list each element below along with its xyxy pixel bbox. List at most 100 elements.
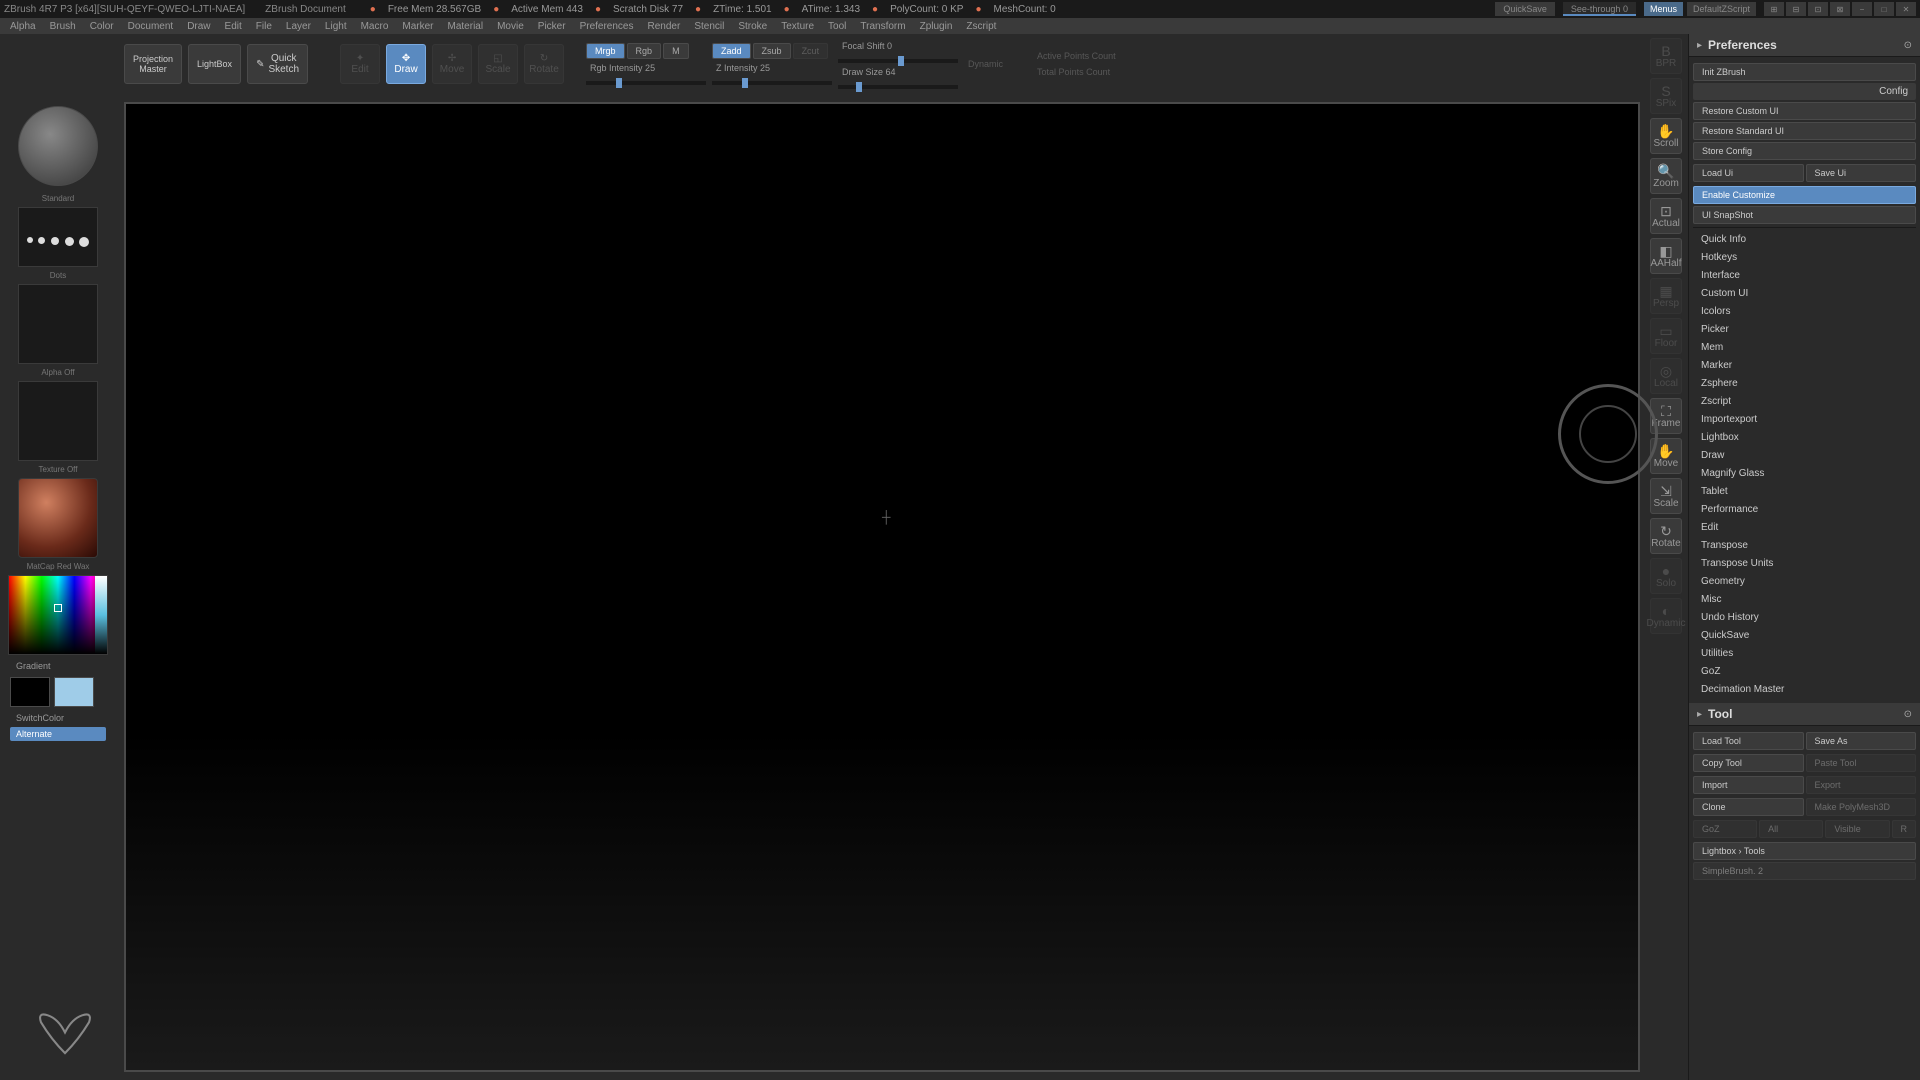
init-zbrush-button[interactable]: Init ZBrush xyxy=(1693,63,1916,81)
zoom-button[interactable]: 🔍Zoom xyxy=(1650,158,1682,194)
zsub-button[interactable]: Zsub xyxy=(753,43,791,59)
enable-customize-button[interactable]: Enable Customize xyxy=(1693,186,1916,204)
edit-mode-button[interactable]: ✦Edit xyxy=(340,44,380,84)
secondary-color-swatch[interactable] xyxy=(54,677,94,707)
menu-movie[interactable]: Movie xyxy=(497,21,524,32)
prefs-section-picker[interactable]: Picker xyxy=(1693,321,1916,338)
prefs-section-undo-history[interactable]: Undo History xyxy=(1693,609,1916,626)
rotate-mode-button[interactable]: ↻Rotate xyxy=(524,44,564,84)
save-as-button[interactable]: Save As xyxy=(1806,732,1917,750)
import-button[interactable]: Import xyxy=(1693,776,1804,794)
scale-mode-button[interactable]: ◱Scale xyxy=(478,44,518,84)
focal-shift-slider[interactable]: Focal Shift 0 xyxy=(838,39,958,53)
menu-texture[interactable]: Texture xyxy=(781,21,814,32)
prefs-section-mem[interactable]: Mem xyxy=(1693,339,1916,356)
menu-file[interactable]: File xyxy=(256,21,272,32)
layout-icon[interactable]: ⊠ xyxy=(1830,2,1850,16)
restore-standard-ui-button[interactable]: Restore Standard UI xyxy=(1693,122,1916,140)
menu-color[interactable]: Color xyxy=(90,21,114,32)
rotate-button[interactable]: ↻Rotate xyxy=(1650,518,1682,554)
draw-size-slider[interactable]: Draw Size 64 xyxy=(838,65,958,79)
m-button[interactable]: M xyxy=(663,43,689,59)
maximize-icon[interactable]: □ xyxy=(1874,2,1894,16)
alpha-thumbnail[interactable] xyxy=(18,284,98,364)
quicksketch-button[interactable]: ✎ QuickSketch xyxy=(247,44,308,84)
layout-icon[interactable]: ⊡ xyxy=(1808,2,1828,16)
prefs-section-quicksave[interactable]: QuickSave xyxy=(1693,627,1916,644)
prefs-section-icolors[interactable]: Icolors xyxy=(1693,303,1916,320)
make-polymesh-button[interactable]: Make PolyMesh3D xyxy=(1806,798,1917,816)
copy-tool-button[interactable]: Copy Tool xyxy=(1693,754,1804,772)
menu-tool[interactable]: Tool xyxy=(828,21,846,32)
restore-custom-ui-button[interactable]: Restore Custom UI xyxy=(1693,102,1916,120)
preferences-header[interactable]: ▸ Preferences ⊙ xyxy=(1689,34,1920,57)
menu-transform[interactable]: Transform xyxy=(860,21,905,32)
prefs-section-goz[interactable]: GoZ xyxy=(1693,663,1916,680)
prefs-section-transpose[interactable]: Transpose xyxy=(1693,537,1916,554)
minimize-icon[interactable]: − xyxy=(1852,2,1872,16)
export-button[interactable]: Export xyxy=(1806,776,1917,794)
projection-master-button[interactable]: ProjectionMaster xyxy=(124,44,182,84)
prefs-section-marker[interactable]: Marker xyxy=(1693,357,1916,374)
bpr-button[interactable]: BBPR xyxy=(1650,38,1682,74)
dynamic-button[interactable]: ◐Dynamic xyxy=(1650,598,1682,634)
floor-button[interactable]: ▭Floor xyxy=(1650,318,1682,354)
ui-snapshot-button[interactable]: UI SnapShot xyxy=(1693,206,1916,224)
scale-button[interactable]: ⇲Scale xyxy=(1650,478,1682,514)
clone-button[interactable]: Clone xyxy=(1693,798,1804,816)
r-button[interactable]: R xyxy=(1892,820,1917,838)
canvas[interactable]: ┼ xyxy=(124,102,1640,1072)
load-tool-button[interactable]: Load Tool xyxy=(1693,732,1804,750)
mrgb-button[interactable]: Mrgb xyxy=(586,43,625,59)
prefs-section-zsphere[interactable]: Zsphere xyxy=(1693,375,1916,392)
save-ui-button[interactable]: Save Ui xyxy=(1806,164,1917,182)
z-intensity-slider[interactable]: Z Intensity 25 xyxy=(712,61,832,75)
stroke-thumbnail[interactable] xyxy=(18,207,98,267)
menu-material[interactable]: Material xyxy=(448,21,484,32)
prefs-section-draw[interactable]: Draw xyxy=(1693,447,1916,464)
prefs-section-misc[interactable]: Misc xyxy=(1693,591,1916,608)
layout-icon[interactable]: ⊞ xyxy=(1764,2,1784,16)
close-icon[interactable]: ✕ xyxy=(1896,2,1916,16)
menu-edit[interactable]: Edit xyxy=(225,21,242,32)
config-section[interactable]: Config xyxy=(1693,83,1916,100)
spix-button[interactable]: SSPix xyxy=(1650,78,1682,114)
menu-stroke[interactable]: Stroke xyxy=(738,21,767,32)
brush-thumbnail[interactable] xyxy=(18,106,98,186)
menu-brush[interactable]: Brush xyxy=(50,21,76,32)
layout-icon[interactable]: ⊟ xyxy=(1786,2,1806,16)
rgb-intensity-slider[interactable]: Rgb Intensity 25 xyxy=(586,61,706,75)
menu-picker[interactable]: Picker xyxy=(538,21,566,32)
menu-layer[interactable]: Layer xyxy=(286,21,311,32)
paste-tool-button[interactable]: Paste Tool xyxy=(1806,754,1917,772)
menu-light[interactable]: Light xyxy=(325,21,347,32)
prefs-section-hotkeys[interactable]: Hotkeys xyxy=(1693,249,1916,266)
seethrough-slider[interactable]: See-through 0 xyxy=(1563,2,1636,16)
prefs-section-decimation-master[interactable]: Decimation Master xyxy=(1693,681,1916,698)
quicksave-button[interactable]: QuickSave xyxy=(1495,2,1555,16)
gradient-button[interactable]: Gradient xyxy=(10,659,106,673)
switchcolor-button[interactable]: SwitchColor xyxy=(10,711,106,725)
alternate-button[interactable]: Alternate xyxy=(10,727,106,741)
texture-thumbnail[interactable] xyxy=(18,381,98,461)
load-ui-button[interactable]: Load Ui xyxy=(1693,164,1804,182)
lightbox-button[interactable]: LightBox xyxy=(188,44,241,84)
prefs-section-performance[interactable]: Performance xyxy=(1693,501,1916,518)
persp-button[interactable]: ▦Persp xyxy=(1650,278,1682,314)
main-color-swatch[interactable] xyxy=(10,677,50,707)
menu-render[interactable]: Render xyxy=(648,21,681,32)
store-config-button[interactable]: Store Config xyxy=(1693,142,1916,160)
menu-stencil[interactable]: Stencil xyxy=(694,21,724,32)
draw-mode-button[interactable]: ✥Draw xyxy=(386,44,426,84)
menu-document[interactable]: Document xyxy=(128,21,174,32)
prefs-section-edit[interactable]: Edit xyxy=(1693,519,1916,536)
tool-header[interactable]: ▸ Tool ⊙ xyxy=(1689,703,1920,726)
menu-macro[interactable]: Macro xyxy=(361,21,389,32)
menu-zscript[interactable]: Zscript xyxy=(966,21,996,32)
prefs-section-interface[interactable]: Interface xyxy=(1693,267,1916,284)
zadd-button[interactable]: Zadd xyxy=(712,43,751,59)
prefs-section-magnify-glass[interactable]: Magnify Glass xyxy=(1693,465,1916,482)
move-mode-button[interactable]: ✢Move xyxy=(432,44,472,84)
menu-marker[interactable]: Marker xyxy=(402,21,433,32)
prefs-section-utilities[interactable]: Utilities xyxy=(1693,645,1916,662)
